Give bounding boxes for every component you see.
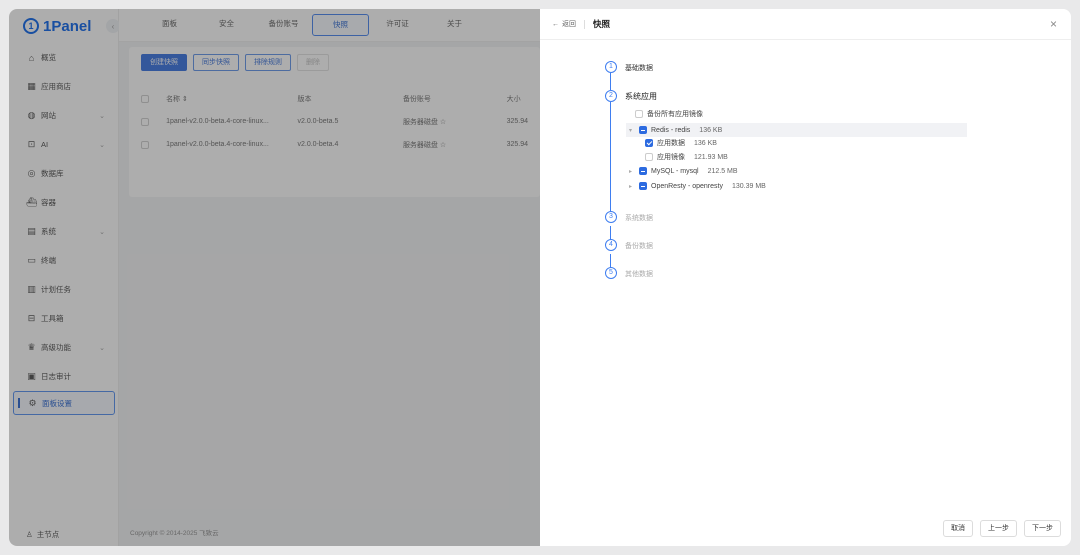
tree-node-label: OpenResty - openresty — [651, 182, 723, 190]
drawer-header: ← 返回 快照 × — [540, 9, 1071, 40]
tree-node-label: 应用数据 — [657, 140, 685, 147]
step-4-label: 备份数据 — [625, 243, 653, 250]
caret-down-icon[interactable]: ▾ — [629, 127, 635, 134]
redis-data-checkbox[interactable] — [645, 139, 653, 147]
openresty-checkbox[interactable] — [639, 182, 647, 190]
tree-node-size: 130.39 MB — [731, 182, 766, 190]
step-connector — [610, 73, 611, 90]
tree-node-redis-data[interactable]: 应用数据 136 KB — [645, 138, 717, 148]
step-3-circle: 3 — [605, 211, 617, 223]
step-5-label: 其他数据 — [625, 271, 653, 278]
prev-step-button[interactable]: 上一步 — [980, 520, 1017, 537]
app-window: 1 1Panel ‹ ⌂ 概览 ▦ 应用商店 ◍ 网站 ⌄ ⊡ AI ⌄ ◎ 数… — [9, 9, 1071, 546]
drawer-footer: 取消 上一步 下一步 — [943, 520, 1061, 537]
redis-checkbox[interactable] — [639, 126, 647, 134]
tree-node-label: Redis - redis — [651, 126, 691, 134]
tree-node-openresty[interactable]: ▸ OpenResty - openresty 130.39 MB — [629, 182, 766, 190]
caret-right-icon[interactable]: ▸ — [629, 168, 635, 175]
step-3-label: 系统数据 — [625, 215, 653, 222]
back-button[interactable]: ← 返回 — [552, 19, 576, 29]
modal-overlay[interactable] — [9, 9, 540, 546]
step-4-circle: 4 — [605, 239, 617, 251]
step-1-label: 基础数据 — [625, 65, 653, 72]
step-2-label: 系统应用 — [625, 92, 657, 101]
tree-node-label: MySQL - mysql — [651, 167, 699, 175]
cancel-button[interactable]: 取消 — [943, 520, 973, 537]
arrow-left-icon: ← — [552, 20, 559, 28]
tree-node-redis-image[interactable]: 应用镜像 121.93 MB — [645, 152, 728, 162]
tree-node-size: 136 KB — [694, 139, 717, 147]
step-1-circle: 1 — [605, 61, 617, 73]
tree-node-redis[interactable]: ▾ Redis - redis 136 KB — [626, 123, 967, 137]
step-connector — [610, 102, 611, 214]
snapshot-drawer: ← 返回 快照 × 1 基础数据 2 系统应用 备份所有应用镜像 ▾ Redis… — [540, 9, 1071, 546]
mysql-checkbox[interactable] — [639, 167, 647, 175]
step-2-circle: 2 — [605, 90, 617, 102]
caret-right-icon[interactable]: ▸ — [629, 183, 635, 190]
backup-all-images-label: 备份所有应用镜像 — [647, 111, 703, 118]
drawer-title: 快照 — [593, 19, 611, 29]
tree-node-mysql[interactable]: ▸ MySQL - mysql 212.5 MB — [629, 167, 738, 175]
back-label: 返回 — [562, 21, 576, 28]
redis-image-checkbox[interactable] — [645, 153, 653, 161]
tree-node-size: 212.5 MB — [707, 167, 738, 175]
next-step-button[interactable]: 下一步 — [1024, 520, 1061, 537]
tree-node-label: 应用镜像 — [657, 154, 685, 161]
header-divider — [584, 19, 585, 29]
backup-all-images-checkbox[interactable] — [635, 110, 643, 118]
close-icon[interactable]: × — [1050, 17, 1057, 31]
backup-all-images-option[interactable]: 备份所有应用镜像 — [635, 109, 703, 119]
tree-node-size: 121.93 MB — [694, 153, 728, 161]
tree-node-size: 136 KB — [699, 126, 723, 134]
step-5-circle: 5 — [605, 267, 617, 279]
